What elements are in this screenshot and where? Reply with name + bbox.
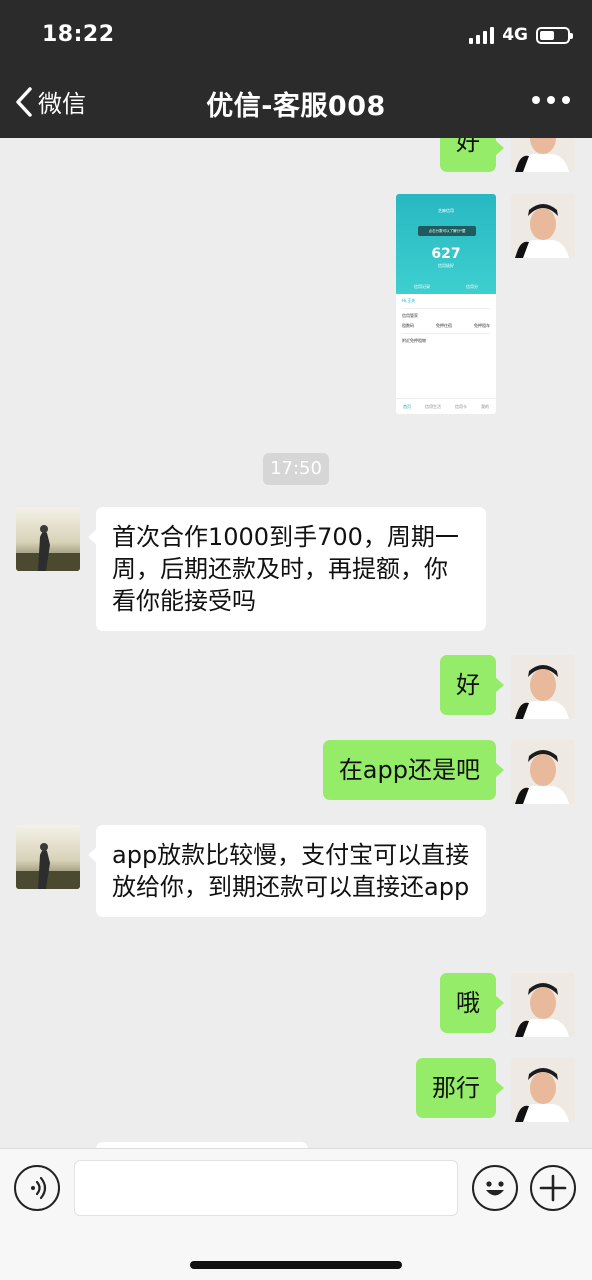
message-bubble[interactable]: 好 [440,138,504,172]
avatar[interactable] [511,973,575,1037]
battery-level [540,30,555,40]
message-bubble[interactable]: 哦 [440,973,504,1033]
message-bubble[interactable]: app放款比较慢，支付宝可以直接放给你，到期还款可以直接还app [88,825,486,917]
home-indicator [190,1261,402,1269]
message-bubble[interactable]: 首次合作1000到手700，周期一周，后期还款及时，再提额，你看你能接受吗 [88,507,486,631]
message-bubble[interactable]: 在app还是吧 [322,740,505,800]
battery-icon [536,26,573,44]
plus-icon [539,1174,567,1202]
avatar[interactable] [511,655,575,719]
chat-title: 优信-客服008 [206,91,386,122]
status-indicators: 4G [469,25,573,45]
voice-button[interactable] [14,1165,60,1211]
message-input[interactable] [74,1160,458,1216]
status-time: 18:22 [42,22,115,47]
network-type: 4G [502,25,528,45]
time-divider: 17:50 [263,453,329,485]
voice-icon [31,1176,47,1200]
plus-button[interactable] [530,1165,576,1211]
signal-icon [469,26,495,44]
avatar[interactable] [511,138,575,172]
message-bubble[interactable]: 好 [440,655,504,715]
avatar[interactable] [511,740,575,804]
message-bubble[interactable]: 那行 [416,1058,504,1118]
top-bar: 18:22 4G 微信 优信-客服008 [0,0,592,138]
message-list[interactable]: 好 芝麻信用 点击分数可以了解分*据 627 信用极好 信用记录 信用分 Hi,… [0,138,592,1148]
avatar[interactable] [16,507,80,571]
emoji-button[interactable] [472,1165,518,1211]
more-icon [532,96,540,104]
avatar[interactable] [16,825,80,889]
input-bar [0,1148,592,1280]
emoji-icon [486,1181,504,1196]
more-button[interactable] [532,96,570,104]
avatar[interactable] [511,1058,575,1122]
image-message[interactable]: 芝麻信用 点击分数可以了解分*据 627 信用极好 信用记录 信用分 Hi,王先… [396,194,496,414]
avatar[interactable] [511,194,575,258]
